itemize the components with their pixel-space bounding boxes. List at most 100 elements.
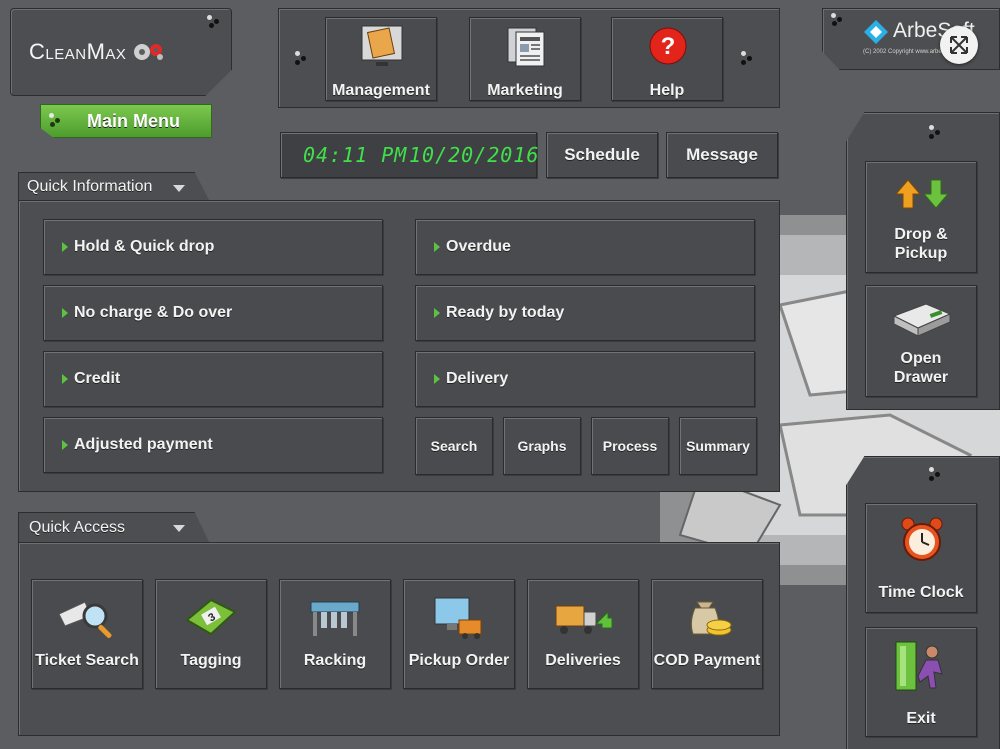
qi-item-label: Hold & Quick drop [74,238,215,255]
ledger-book-icon [361,25,403,66]
clock-display: 04:11 PM 10/20/2016 [280,132,540,178]
racking-button[interactable]: Racking [279,579,391,689]
process-button[interactable]: Process [591,417,669,475]
management-label: Management [332,82,430,99]
side-bottom-dots [929,467,943,481]
alarm-clock-icon [901,517,943,561]
green-arrow-icon [434,242,440,252]
chevron-down-icon [173,185,185,192]
tag-icon: 3 [185,598,237,636]
delivery-truck-icon [555,605,613,634]
management-button[interactable]: Management [325,17,437,101]
green-arrow-icon [62,440,68,450]
green-arrow-icon [62,242,68,252]
toolbar-dots-left [295,51,309,65]
qi-overdue-button[interactable]: Overdue [415,219,755,275]
magnifier-ticket-icon [58,601,112,639]
clock-time: 04:11 PM [303,143,408,167]
top-toolbar: Management Marketing ? Help [278,8,780,108]
ticket-search-button[interactable]: Ticket Search [31,579,143,689]
brand-logo: CleanMax [29,39,166,65]
vendor-logo-icon [864,20,888,44]
marketing-label: Marketing [487,82,563,99]
qi-item-label: Adjusted payment [74,436,213,453]
main-menu-button[interactable]: Main Menu [40,104,212,138]
qi-item-label: Ready by today [446,304,565,321]
qi-item-label: No charge & Do over [74,304,233,321]
qi-item-label: Credit [74,370,121,387]
graphs-button[interactable]: Graphs [503,417,581,475]
qi-item-label: Overdue [446,238,511,255]
cash-drawer-icon [892,303,952,337]
quick-information-tab: Quick Information [18,172,210,202]
qi-ready-by-today-button[interactable]: Ready by today [415,285,755,341]
brand-name: CleanMax [29,39,127,64]
qi-item-label: Delivery [446,370,509,387]
logo-plate: CleanMax [10,8,232,96]
quick-access-panel: Ticket Search 3 Tagging Racking Pickup O… [18,542,780,736]
clock-date: 10/20/2016 [409,143,540,167]
marketing-button[interactable]: Marketing [469,17,581,101]
help-label: Help [649,82,685,99]
money-bag-icon [690,601,732,636]
drop-pickup-label-2: Pickup [894,245,948,262]
open-drawer-label-2: Drawer [893,369,949,386]
vendor-dots [831,13,845,27]
deliveries-label: Deliveries [545,652,621,669]
quick-access-title: Quick Access [29,519,126,536]
side-panel-top: Drop & Pickup Open Drawer [846,112,1000,410]
exit-label: Exit [906,710,936,727]
app-window: CleanMax Management Marketing ? Help Arb… [0,0,1000,749]
deliveries-button[interactable]: Deliveries [527,579,639,689]
rack-icon [310,601,360,636]
help-button[interactable]: ? Help [611,17,723,101]
chevron-down-icon [173,525,185,532]
up-down-arrows-icon [894,179,950,209]
pickup-order-button[interactable]: Pickup Order [403,579,515,689]
green-arrow-icon [62,308,68,318]
side-panel-bottom: Time Clock Exit [846,456,1000,749]
main-menu-dots [49,113,63,127]
time-clock-button[interactable]: Time Clock [865,503,977,613]
exit-door-icon [895,641,943,691]
corner-dots [207,15,221,29]
qi-hold-quick-drop-button[interactable]: Hold & Quick drop [43,219,383,275]
qi-adjusted-payment-button[interactable]: Adjusted payment [43,417,383,473]
cod-payment-label: COD Payment [653,652,761,669]
qi-credit-button[interactable]: Credit [43,351,383,407]
newsletter-icon [507,27,545,67]
main-menu-label: Main Menu [87,111,180,131]
quick-access-tab: Quick Access [18,512,210,544]
exit-button[interactable]: Exit [865,627,977,737]
open-drawer-label-1: Open [900,350,942,367]
tagging-label: Tagging [180,652,242,669]
racking-label: Racking [303,652,367,669]
green-arrow-icon [434,308,440,318]
drop-pickup-button[interactable]: Drop & Pickup [865,161,977,273]
quick-information-title: Quick Information [27,178,153,195]
gear-icon [134,44,164,60]
qi-delivery-button[interactable]: Delivery [415,351,755,407]
quick-information-panel: Hold & Quick drop No charge & Do over Cr… [18,200,780,492]
expand-icon [950,36,968,54]
green-arrow-icon [434,374,440,384]
search-button[interactable]: Search [415,417,493,475]
drop-pickup-label-1: Drop & [894,226,948,243]
toolbar-dots-right [741,51,755,65]
tagging-button[interactable]: 3 Tagging [155,579,267,689]
fullscreen-toggle-button[interactable] [940,26,978,64]
green-arrow-icon [62,374,68,384]
cod-payment-button[interactable]: COD Payment [651,579,763,689]
ticket-search-label: Ticket Search [35,652,139,669]
open-drawer-button[interactable]: Open Drawer [865,285,977,397]
help-question-icon: ? [649,27,687,65]
message-button[interactable]: Message [666,132,778,178]
time-clock-label: Time Clock [878,584,964,601]
pickup-order-icon [434,597,482,639]
summary-button[interactable]: Summary [679,417,757,475]
schedule-button[interactable]: Schedule [546,132,658,178]
side-top-dots [929,125,943,139]
qi-no-charge-do-over-button[interactable]: No charge & Do over [43,285,383,341]
svg-text:?: ? [661,33,676,60]
pickup-order-label: Pickup Order [408,652,510,669]
